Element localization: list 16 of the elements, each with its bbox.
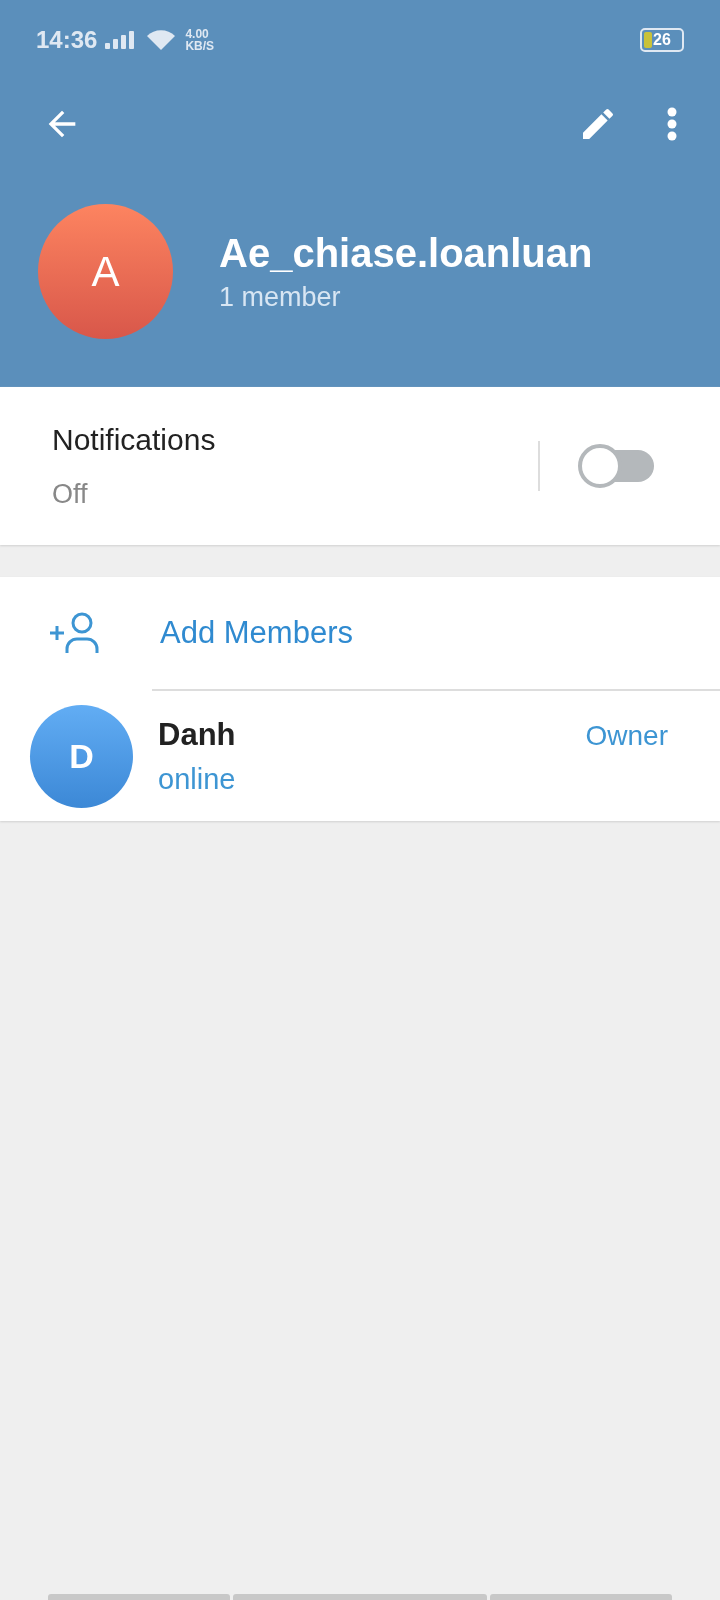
member-count: 1 member	[219, 281, 342, 313]
add-members-row[interactable]: Add Members	[0, 577, 720, 689]
notifications-toggle[interactable]	[578, 444, 656, 488]
member-status: online	[158, 762, 237, 796]
member-name: Danh	[158, 716, 237, 753]
status-time: 14:36	[36, 26, 98, 54]
battery-icon: 26	[640, 28, 684, 52]
wifi-icon	[145, 28, 178, 52]
notifications-label: Notifications	[52, 422, 217, 457]
speed-value: 4.00	[185, 28, 210, 40]
notifications-status: Off	[52, 478, 89, 510]
group-avatar: A	[38, 204, 173, 339]
member-role: Owner	[585, 720, 668, 752]
speed-unit: KB/S	[185, 40, 215, 52]
member-avatar: D	[30, 705, 133, 808]
group-title: Ae_chiase.loanluan	[219, 230, 593, 276]
